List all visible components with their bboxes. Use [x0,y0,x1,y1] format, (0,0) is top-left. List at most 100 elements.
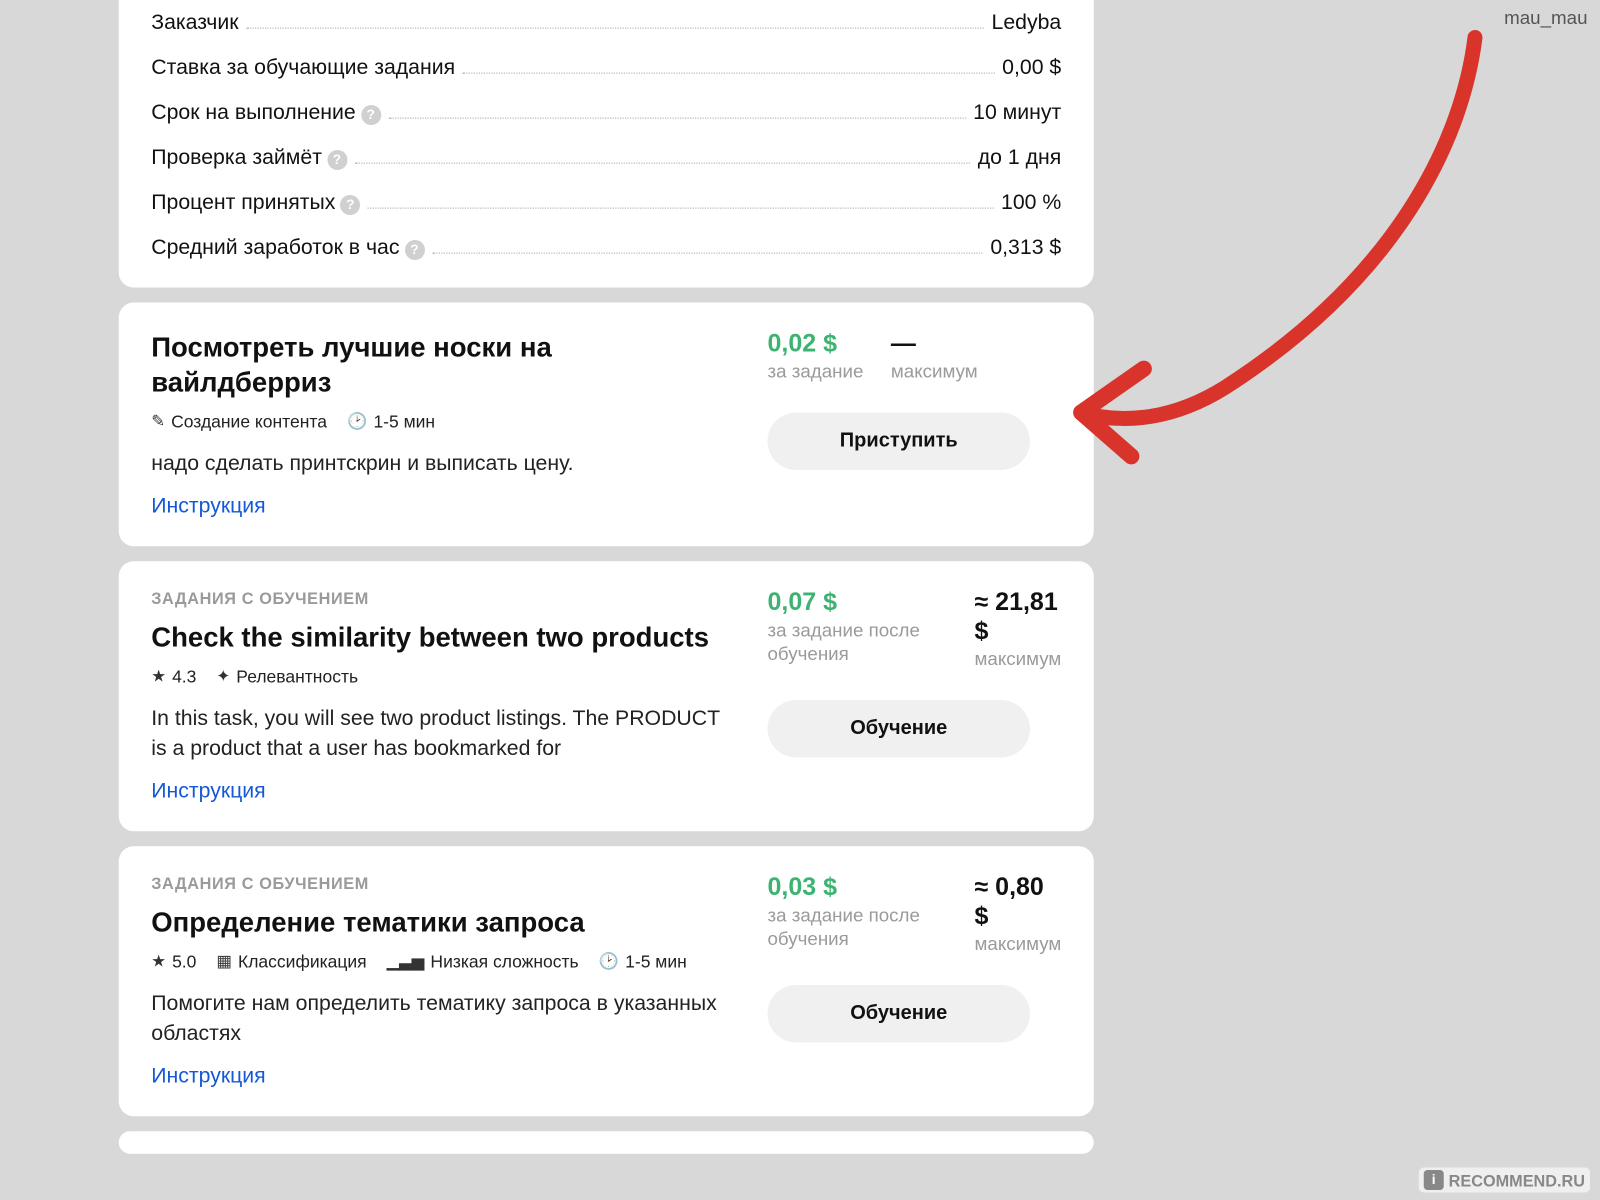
detail-dots [432,253,983,254]
detail-dots [246,28,984,29]
task-right: 0,03 $за задание после обучения ≈ 0,80 $м… [768,874,1062,1089]
task-max-price: ≈ 21,81 $ [975,588,1062,646]
task-meta-row: ★ 5.0 ▦ Классификация ▁▃▅Низкая сложность 🕑 1-… [151,952,730,972]
help-icon[interactable]: ? [361,105,381,125]
price-sub-label: за задание после обучения [768,905,948,952]
task-price: 0,03 $ [768,874,948,903]
info-icon: i [1424,1170,1444,1190]
instruction-link[interactable]: Инструкция [151,1064,730,1089]
clock-icon: 🕑 [347,411,367,431]
detail-label: Средний заработок в час [151,235,399,260]
task-meta-row: ✎ Создание контента 🕑 1-5 мин [151,411,730,431]
price-sub-label: за задание [768,361,864,384]
task-card[interactable]: Посмотреть лучшие носки на вайлдберриз ✎ С… [119,303,1094,546]
task-description: Помогите нам определить тематику запроса… [151,989,730,1048]
content-column: Заказчик Ledyba Ставка за обучающие задани… [119,0,1094,1169]
task-title: Check the similarity between two product… [151,620,730,654]
task-right: 0,02 $за задание —максимум Приступить [768,330,1062,518]
meta-item: 🕑 1-5 мин [347,411,435,431]
help-icon[interactable]: ? [340,195,360,215]
detail-label: Проверка займёт [151,145,322,170]
task-description: In this task, you will see two product l… [151,704,730,763]
detail-row: Процент принятых? 100 % [151,180,1061,225]
annotation-arrow [1038,25,1513,500]
star-icon: ★ [151,952,166,972]
max-label: максимум [975,648,1062,671]
meta-text: Классификация [238,952,367,972]
pencil-icon: ✎ [151,411,165,431]
training-button[interactable]: Обучение [768,699,1031,757]
watermark-site-text: RECOMMEND.RU [1449,1171,1585,1190]
detail-label: Процент принятых [151,190,335,215]
start-button[interactable]: Приступить [768,412,1031,470]
task-max-price: ≈ 0,80 $ [975,874,1062,932]
price-block: 0,03 $за задание после обучения ≈ 0,80 $м… [768,874,1062,957]
help-icon[interactable]: ? [404,240,424,260]
max-label: максимум [975,934,1062,957]
task-title: Посмотреть лучшие носки на вайлдберриз [151,330,730,399]
task-title: Определение тематики запроса [151,905,730,939]
task-left: ЗАДАНИЯ С ОБУЧЕНИЕМ Определение тематики … [151,874,742,1089]
detail-label: Ставка за обучающие задания [151,55,455,80]
detail-value: 0,00 $ [1002,55,1061,80]
grid-icon: ▦ [216,952,231,972]
detail-label: Срок на выполнение [151,100,355,125]
task-left: ЗАДАНИЯ С ОБУЧЕНИЕМ Check the similarity … [151,588,742,803]
training-button[interactable]: Обучение [768,985,1031,1043]
detail-value: 100 % [1001,190,1061,215]
meta-text: Низкая сложность [430,952,578,972]
detail-dots [388,118,965,119]
task-price: 0,02 $ [768,330,864,359]
task-price: 0,07 $ [768,588,948,617]
detail-value: 0,313 $ [990,235,1061,260]
meta-text: Создание контента [171,411,327,431]
clock-icon: 🕑 [599,952,619,972]
watermark-site: i RECOMMEND.RU [1419,1168,1590,1193]
meta-item: ▁▃▅Низкая сложность [387,952,579,972]
task-card[interactable]: ЗАДАНИЯ С ОБУЧЕНИЕМ Check the similarity … [119,561,1094,831]
price-block: 0,02 $за задание —максимум [768,330,1062,385]
meta-item: ✎ Создание контента [151,411,327,431]
detail-value: 10 минут [973,100,1061,125]
task-max-price: — [891,330,978,359]
meta-text: Релевантность [236,667,358,687]
instruction-link[interactable]: Инструкция [151,493,730,518]
watermark-user: mau_mau [1504,8,1587,29]
task-left: Посмотреть лучшие носки на вайлдберриз ✎ С… [151,330,742,518]
meta-item: ★ 5.0 [151,952,196,972]
meta-item: ★ 4.3 [151,667,196,687]
meta-text: 1-5 мин [625,952,687,972]
task-details-card: Заказчик Ledyba Ставка за обучающие задани… [119,0,1094,288]
meta-item: ✦ Релевантность [216,667,358,687]
detail-row: Проверка займёт? до 1 дня [151,135,1061,180]
training-badge: ЗАДАНИЯ С ОБУЧЕНИЕМ [151,874,730,893]
help-icon[interactable]: ? [327,150,347,170]
max-label: максимум [891,361,978,384]
detail-value: Ledyba [992,10,1062,35]
meta-item: ▦ Классификация [216,952,366,972]
detail-row: Средний заработок в час? 0,313 $ [151,225,1061,270]
detail-dots [354,163,970,164]
task-description: надо сделать принтскрин и выписать цену. [151,449,730,479]
detail-dots [368,208,994,209]
task-card[interactable]: ЗАДАНИЯ С ОБУЧЕНИЕМ Определение тематики … [119,846,1094,1116]
price-block: 0,07 $ за задание после обучения ≈ 21,81 $… [768,588,1062,671]
task-right: 0,07 $ за задание после обучения ≈ 21,81 $… [768,588,1062,803]
meta-text: 1-5 мин [373,411,435,431]
detail-row: Ставка за обучающие задания 0,00 $ [151,45,1061,90]
detail-dots [463,73,995,74]
meta-text: 4.3 [172,667,196,687]
puzzle-icon: ✦ [216,667,230,687]
instruction-link[interactable]: Инструкция [151,779,730,804]
task-meta-row: ★ 4.3 ✦ Релевантность [151,667,730,687]
training-badge: ЗАДАНИЯ С ОБУЧЕНИЕМ [151,588,730,607]
price-sub-label: за задание после обучения [768,620,948,667]
star-icon: ★ [151,667,166,687]
detail-label: Заказчик [151,10,238,35]
meta-text: 5.0 [172,952,196,972]
task-card-partial [119,1131,1094,1154]
meta-item: 🕑 1-5 мин [599,952,687,972]
detail-row: Срок на выполнение? 10 минут [151,90,1061,135]
detail-row: Заказчик Ledyba [151,0,1061,45]
detail-value: до 1 дня [978,145,1061,170]
